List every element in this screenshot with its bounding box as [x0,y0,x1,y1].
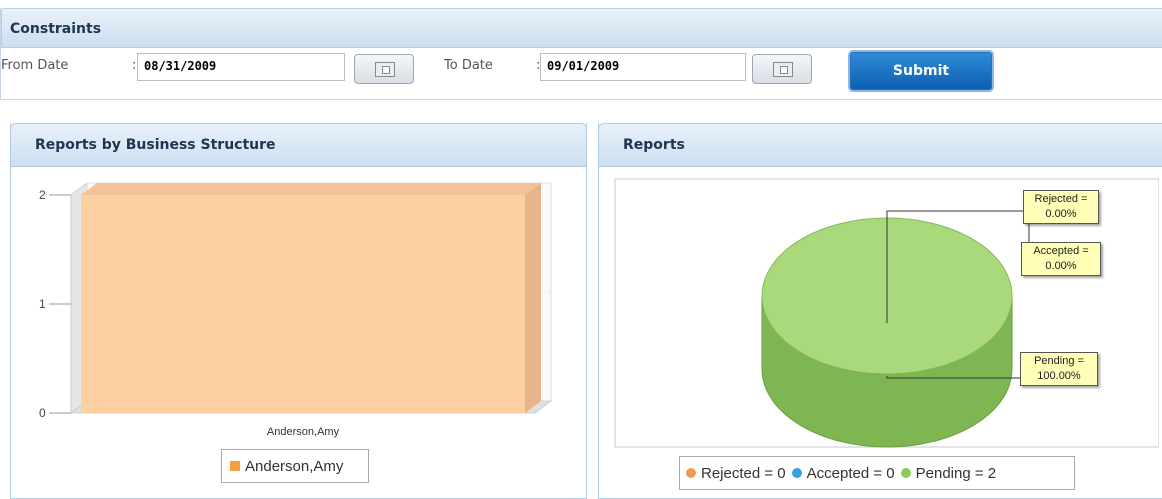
legend-label-rejected: Rejected = 0 [701,464,786,482]
bar-side [525,183,541,413]
from-date-input[interactable]: 08/31/2009 [137,53,345,81]
to-date-label: To Date [444,58,493,73]
legend-swatch-anderson [230,461,240,471]
from-date-calendar-button[interactable] [354,54,414,84]
legend-label-pending: Pending = 2 [915,464,997,482]
reports-title: Reports [598,123,1162,167]
bar-legend: Anderson,Amy [221,449,369,483]
bar-chart: 0 1 2 Anderson,Amy [39,182,553,438]
y-tick-label: 2 [39,188,46,202]
submit-button[interactable]: Submit [848,50,994,92]
business-structure-panel: Reports by Business Structure 0 1 2 Anderso… [10,123,587,499]
callout-pending: Pending = 100.00% [1020,352,1098,386]
constraints-title: Constraints [1,8,1162,48]
business-structure-title: Reports by Business Structure [10,123,587,167]
legend-dot-accepted [791,468,802,478]
from-date-separator: : [132,58,137,73]
x-category-label: Anderson,Amy [267,426,340,438]
y-tick-label: 1 [39,297,46,311]
legend-dot-rejected [686,468,696,478]
bar-top [81,183,541,195]
to-date-input[interactable]: 09/01/2009 [540,53,746,81]
to-date-calendar-button[interactable] [752,54,812,84]
reports-panel: Reports Rejected = 0.00% Accepted = 0.00… [598,123,1162,499]
legend-label-accepted: Accepted = 0 [806,464,895,482]
bar-anderson-amy [81,195,525,413]
pie-legend: Rejected = 0 Accepted = 0 Pending = 2 [679,456,1075,490]
legend-dot-pending [900,468,911,478]
y-tick-label: 0 [39,406,46,420]
callout-rejected: Rejected = 0.00% [1023,190,1099,224]
callout-accepted: Accepted = 0.00% [1021,242,1101,276]
calendar-icon [773,62,793,77]
legend-label-anderson: Anderson,Amy [245,457,344,475]
calendar-icon [375,62,395,77]
from-date-label: From Date [1,58,69,73]
